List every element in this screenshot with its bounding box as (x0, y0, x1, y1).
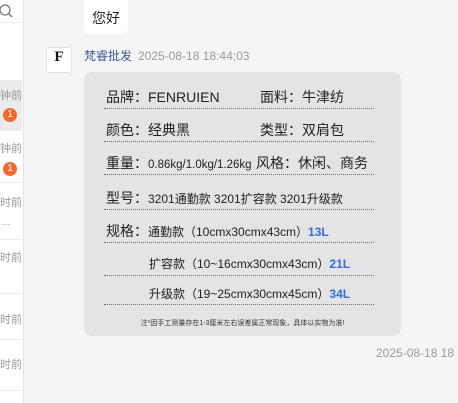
type-label: 类型： (260, 122, 302, 138)
color-label: 颜色： (106, 122, 148, 138)
weight-label: 重量： (106, 155, 148, 171)
dotted-divider (104, 141, 374, 142)
conversation-time: 钟前 (0, 143, 22, 155)
size-name: 升级款（19~25cmx30cmx45cm） (149, 287, 330, 301)
search-icon[interactable] (0, 3, 16, 19)
size-volume: 34L (329, 287, 351, 301)
size-name: 扩容款（10~16cmx30cmx43cm） (149, 257, 330, 271)
dotted-divider (104, 275, 374, 276)
chat-message-area: 您好 F 梵睿批发 2025-08-18 18:44:03 品牌：FENRUIEN… (24, 0, 458, 403)
style-label: 风格： (256, 155, 298, 171)
size-label: 规格： (106, 223, 148, 239)
color-row: 颜色：经典黑 (106, 121, 190, 139)
dotted-divider (104, 242, 374, 243)
conversation-item[interactable]: 钟前 1 (0, 131, 22, 183)
dotted-divider (104, 209, 374, 210)
size-volume: 21L (329, 257, 351, 271)
product-spec-image[interactable]: 品牌：FENRUIEN 面料：牛津纺 颜色：经典黑 类型：双肩包 重量：0.86… (84, 72, 401, 336)
weight-row: 重量：0.86kg/1.0kg/1.26kg (106, 154, 252, 174)
style-value: 休闲、商务 (298, 155, 368, 171)
dotted-divider (104, 108, 374, 109)
avatar[interactable]: F (46, 47, 72, 73)
conversation-item[interactable]: 时前 (0, 294, 22, 340)
dotted-divider (104, 174, 374, 175)
size-name: 通勤款（10cmx30cmx43cm） (148, 225, 309, 239)
conversation-preview: ... (2, 217, 11, 228)
conversation-list: 钟前 1 钟前 1 时前 ... 时前 时前 时前 (0, 0, 24, 403)
model-label: 型号： (106, 190, 148, 206)
sender-name[interactable]: 梵睿批发 (84, 49, 132, 63)
measurement-note: 注*因手工测量存在1-3厘米左右误差属正常现象，具体以实物为准! (140, 320, 345, 327)
brand-value: FENRUIEN (148, 89, 220, 105)
sender-timestamp: 2025-08-18 18:44:03 (138, 49, 250, 63)
style-row: 风格：休闲、商务 (256, 154, 368, 172)
conversation-time: 时前 (0, 197, 22, 209)
size-row: 规格：通勤款（10cmx30cmx43cm）13L (106, 222, 329, 241)
conversation-item[interactable]: 时前 (0, 240, 22, 294)
conversation-item[interactable]: 时前 (0, 340, 22, 391)
material-row: 面料：牛津纺 (260, 88, 344, 106)
color-value: 经典黑 (148, 122, 190, 138)
brand-row: 品牌：FENRUIEN (106, 88, 220, 106)
unread-badge: 1 (3, 108, 17, 122)
brand-logo: F (54, 49, 64, 65)
search-box[interactable] (0, 0, 22, 23)
message-header: 梵睿批发 2025-08-18 18:44:03 (84, 48, 249, 64)
logo-underline (47, 66, 71, 68)
message-timestamp: 2025-08-18 18 (376, 346, 455, 360)
dotted-divider (104, 304, 374, 305)
conversation-item[interactable]: 时前 ... (0, 183, 22, 240)
conversation-time: 时前 (0, 359, 22, 371)
weight-value: 0.86kg/1.0kg/1.26kg (148, 159, 252, 171)
size-row: 扩容款（10~16cmx30cmx43cm）21L (149, 255, 350, 273)
conversation-time: 时前 (0, 314, 22, 326)
type-row: 类型：双肩包 (260, 121, 344, 139)
material-label: 面料： (260, 89, 302, 105)
unread-badge: 1 (3, 162, 17, 176)
model-value: 3201通勤款 3201扩容款 3201升级款 (148, 192, 343, 206)
model-row: 型号：3201通勤款 3201扩容款 3201升级款 (106, 189, 343, 208)
material-value: 牛津纺 (302, 89, 344, 105)
size-volume: 13L (308, 225, 329, 239)
conversation-time: 钟前 (0, 90, 22, 102)
message-bubble: 您好 (84, 0, 128, 34)
brand-label: 品牌： (106, 89, 148, 105)
size-row: 升级款（19~25cmx30cmx45cm）34L (149, 285, 350, 303)
conversation-time: 时前 (0, 252, 22, 264)
conversation-item[interactable]: 钟前 1 (0, 80, 22, 131)
type-value: 双肩包 (302, 122, 344, 138)
